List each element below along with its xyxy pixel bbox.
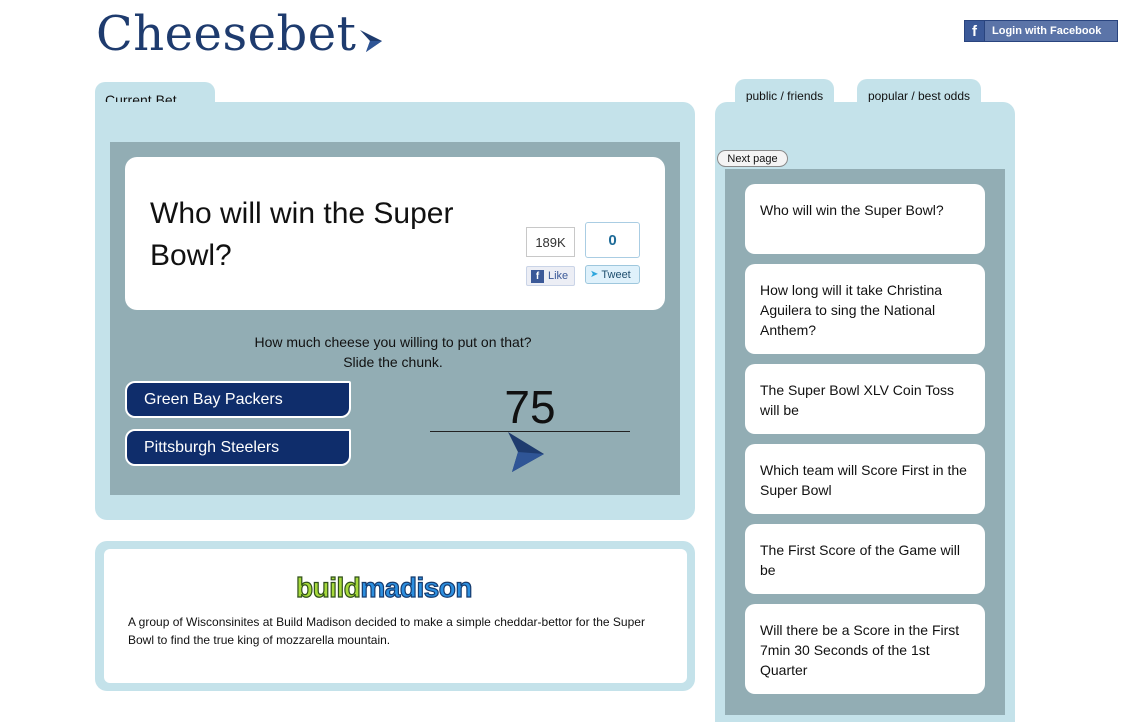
bet-list-item[interactable]: The Super Bowl XLV Coin Toss will be [745, 364, 985, 434]
sail-icon [360, 30, 383, 52]
tweet-count: 0 [585, 222, 640, 258]
wager-amount: 75 [504, 381, 556, 433]
facebook-login-button[interactable]: f Login with Facebook [964, 20, 1118, 42]
like-button[interactable]: f Like [526, 266, 575, 286]
tweet-button[interactable]: ➤ Tweet [585, 265, 640, 284]
bet-list-item[interactable]: How long will it take Christina Aguilera… [745, 264, 985, 354]
like-label: Like [548, 270, 569, 282]
buildmadison-logo[interactable]: buildmadison [295, 571, 473, 604]
team-option-green-bay[interactable]: Green Bay Packers [125, 381, 351, 418]
cheese-chunk-icon[interactable] [504, 430, 548, 474]
next-page-button[interactable]: Next page [717, 150, 788, 167]
twitter-bird-icon: ➤ [590, 269, 599, 280]
facebook-icon: f [531, 269, 544, 283]
wager-prompt: How much cheese you willing to put on th… [243, 332, 543, 372]
tweet-label: Tweet [601, 268, 631, 281]
buildmadison-logo-part2: madison [360, 571, 473, 603]
like-count: 189K [526, 227, 575, 257]
about-text: A group of Wisconsinites at Build Madiso… [128, 615, 645, 647]
team-option-pittsburgh[interactable]: Pittsburgh Steelers [125, 429, 351, 466]
facebook-login-label: Login with Facebook [992, 25, 1102, 37]
facebook-icon: f [965, 21, 985, 41]
bet-list-item[interactable]: Who will win the Super Bowl? [745, 184, 985, 254]
buildmadison-logo-part1: build [295, 571, 361, 603]
wager-prompt-line2: Slide the chunk. [343, 354, 443, 370]
bet-question: Who will win the Super Bowl? [150, 197, 454, 272]
site-logo[interactable]: Cheesebet [96, 6, 384, 62]
bet-list-item[interactable]: Will there be a Score in the First 7min … [745, 604, 985, 694]
bet-list-item[interactable]: Which team will Score First in the Super… [745, 444, 985, 514]
wager-prompt-line1: How much cheese you willing to put on th… [254, 334, 532, 350]
bet-list-item[interactable]: The First Score of the Game will be [745, 524, 985, 594]
logo-text: Cheesebet [96, 6, 357, 62]
